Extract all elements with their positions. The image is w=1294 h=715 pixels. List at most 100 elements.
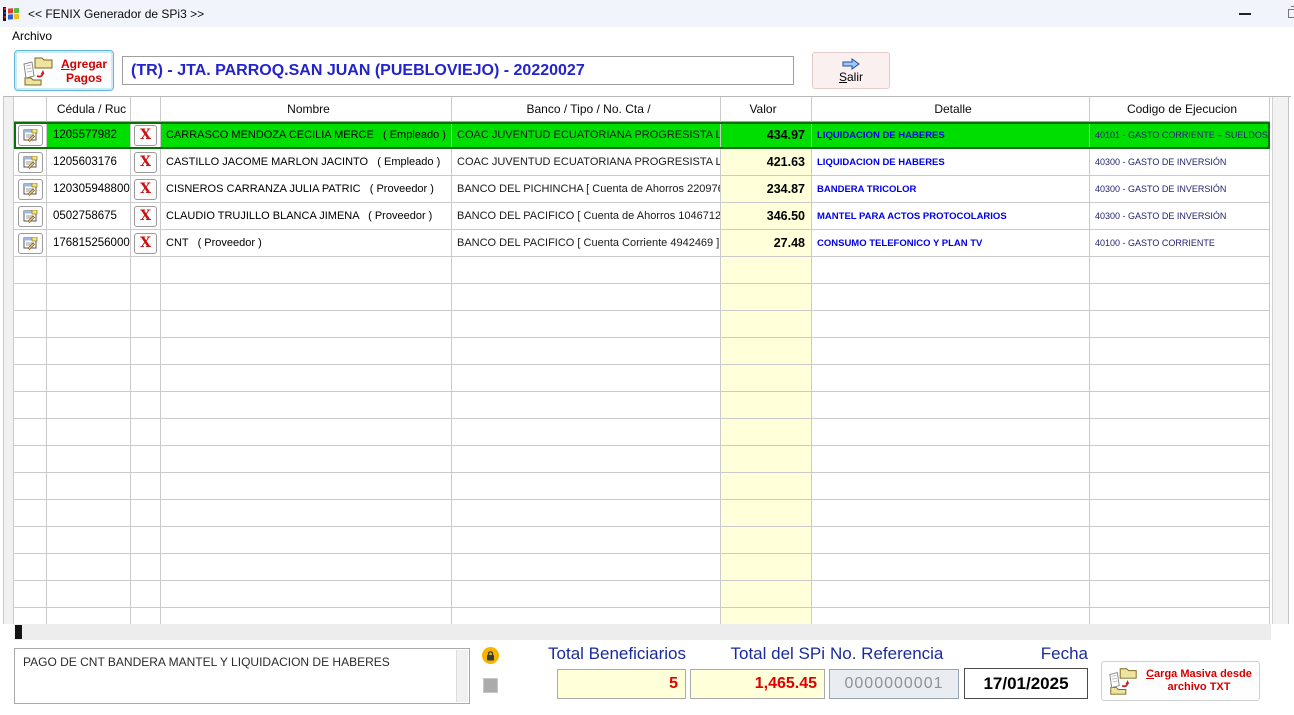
delete-x-icon: X	[140, 155, 151, 169]
edit-row-button[interactable]	[18, 152, 43, 173]
row-cell: X	[131, 230, 161, 257]
app-window: << FENIX Generador de SPi3 >> Archivo Ag…	[0, 0, 1294, 715]
row-cell	[161, 527, 452, 554]
row-cell	[812, 257, 1090, 284]
observacion-textarea[interactable]: PAGO DE CNT BANDERA MANTEL Y LIQUIDACION…	[14, 648, 470, 704]
row-cell	[161, 311, 452, 338]
row-cell	[721, 608, 812, 624]
empty-table-row[interactable]	[14, 365, 1270, 392]
empty-table-row[interactable]	[14, 500, 1270, 527]
row-cell: X	[131, 203, 161, 230]
table-row[interactable]: 1205603176 X CASTILLO JACOME MARLON JACI…	[14, 149, 1270, 176]
empty-table-row[interactable]	[14, 473, 1270, 500]
row-cell	[14, 446, 47, 473]
empty-table-row[interactable]	[14, 257, 1270, 284]
row-cell	[14, 176, 47, 203]
referencia-label: No. Referencia	[830, 644, 960, 664]
row-cell	[1090, 338, 1270, 365]
row-cell	[47, 257, 131, 284]
nombre-cell: CLAUDIO TRUJILLO BLANCA JIMENA ( Proveed…	[161, 203, 452, 230]
row-cell	[812, 392, 1090, 419]
row-cell	[161, 365, 452, 392]
row-cell	[47, 446, 131, 473]
row-cell	[14, 257, 47, 284]
nombre-cell: CNT ( Proveedor )	[161, 230, 452, 257]
row-cell	[47, 284, 131, 311]
salir-button[interactable]: Salir	[812, 52, 890, 89]
delete-row-button[interactable]: X	[134, 233, 157, 254]
menu-archivo[interactable]: Archivo	[8, 27, 56, 46]
row-cell	[1090, 446, 1270, 473]
row-cell	[1090, 608, 1270, 624]
window-title: << FENIX Generador de SPi3 >>	[28, 7, 204, 21]
empty-table-row[interactable]	[14, 608, 1270, 624]
edit-row-button[interactable]	[18, 206, 43, 227]
menu-bar: Archivo	[0, 27, 1294, 46]
row-cell	[812, 554, 1090, 581]
row-cell	[1090, 257, 1270, 284]
scrollbar-thumb[interactable]	[15, 625, 22, 639]
row-cell	[14, 149, 47, 176]
agregar-pagos-label: Agregar Pagos	[55, 57, 113, 85]
table-row[interactable]: 1768152560001 X CNT ( Proveedor ) BANCO …	[14, 230, 1270, 257]
carga-masiva-button[interactable]: Carga Masiva desde archivo TXT	[1101, 661, 1260, 701]
disabled-checkbox	[483, 678, 498, 693]
row-cell	[47, 500, 131, 527]
row-cell	[161, 338, 452, 365]
banco-cell: BANCO DEL PACIFICO [ Cuenta de Ahorros 1…	[452, 203, 721, 230]
row-cell: X	[131, 149, 161, 176]
edit-row-button[interactable]	[18, 233, 43, 254]
entity-title-field[interactable]: (TR) - JTA. PARROQ.SAN JUAN (PUEBLOVIEJO…	[122, 56, 794, 85]
delete-row-button[interactable]: X	[134, 206, 157, 227]
fecha-field[interactable]: 17/01/2025	[964, 668, 1088, 699]
row-cell	[47, 392, 131, 419]
delete-row-button[interactable]: X	[134, 125, 157, 146]
empty-table-row[interactable]	[14, 554, 1270, 581]
empty-table-row[interactable]	[14, 419, 1270, 446]
empty-table-row[interactable]	[14, 446, 1270, 473]
edit-icon	[23, 129, 38, 142]
total-spi-label: Total del SPi	[688, 644, 825, 664]
exit-arrow-icon	[842, 58, 860, 70]
grid-vertical-scrollbar[interactable]	[1272, 97, 1289, 624]
edit-row-button[interactable]	[18, 125, 43, 146]
valor-cell: 27.48	[721, 230, 812, 257]
empty-table-row[interactable]	[14, 392, 1270, 419]
cedula-cell: 0502758675	[47, 203, 131, 230]
row-cell	[812, 338, 1090, 365]
row-cell	[721, 365, 812, 392]
agregar-pagos-button[interactable]: Agregar Pagos	[14, 50, 114, 91]
valor-cell: 434.97	[721, 122, 812, 149]
row-cell	[1090, 311, 1270, 338]
table-row[interactable]: 0502758675 X CLAUDIO TRUJILLO BLANCA JIM…	[14, 203, 1270, 230]
textarea-scrollbar[interactable]	[456, 650, 468, 702]
empty-table-row[interactable]	[14, 338, 1270, 365]
row-cell	[1090, 419, 1270, 446]
row-cell	[131, 446, 161, 473]
minimize-button[interactable]	[1228, 0, 1262, 27]
row-cell	[161, 581, 452, 608]
row-cell	[452, 338, 721, 365]
row-cell	[812, 419, 1090, 446]
header-delete-col	[131, 97, 161, 122]
row-cell	[47, 554, 131, 581]
row-cell	[161, 257, 452, 284]
row-cell	[161, 608, 452, 624]
table-row[interactable]: 1203059488001 X CISNEROS CARRANZA JULIA …	[14, 176, 1270, 203]
row-cell	[452, 446, 721, 473]
row-cell	[452, 365, 721, 392]
restore-button[interactable]	[1276, 0, 1294, 27]
edit-row-button[interactable]	[18, 179, 43, 200]
nombre-cell: CASTILLO JACOME MARLON JACINTO ( Emplead…	[161, 149, 452, 176]
empty-table-row[interactable]	[14, 284, 1270, 311]
row-cell	[131, 500, 161, 527]
empty-table-row[interactable]	[14, 581, 1270, 608]
empty-table-row[interactable]	[14, 311, 1270, 338]
codigo-cell: 40300 - GASTO DE INVERSIÓN	[1090, 176, 1270, 203]
delete-row-button[interactable]: X	[134, 152, 157, 173]
grid-horizontal-scrollbar[interactable]	[14, 624, 1271, 640]
table-row[interactable]: 1205577982 X CARRASCO MENDOZA CECILIA ME…	[14, 122, 1270, 149]
row-cell: X	[131, 176, 161, 203]
delete-row-button[interactable]: X	[134, 179, 157, 200]
empty-table-row[interactable]	[14, 527, 1270, 554]
